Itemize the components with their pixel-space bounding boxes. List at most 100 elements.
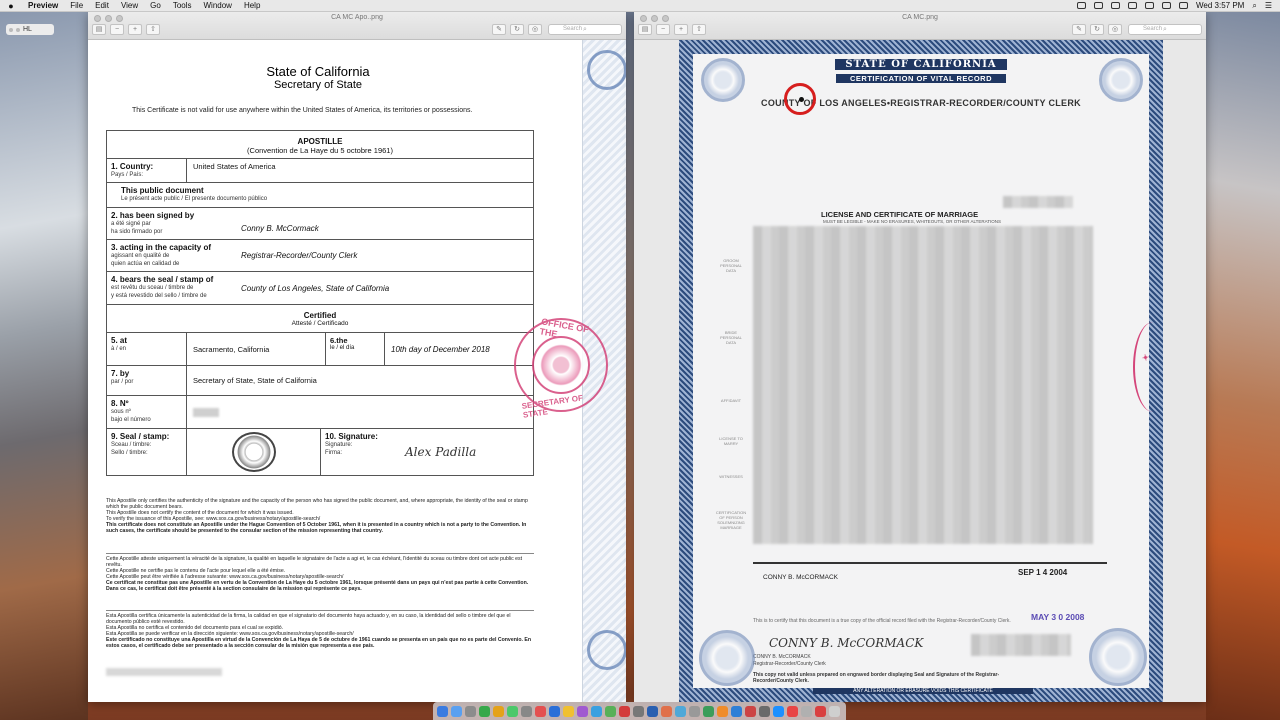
dock-app-icon[interactable] [633, 705, 644, 717]
doc-heading-state: State of California [266, 64, 370, 79]
status-icon[interactable] [1077, 2, 1087, 9]
dock-app-icon[interactable] [619, 705, 630, 717]
window-titlebar[interactable]: CA MC Apo..png ▤ − + ⇧ ✎ ↻ ◎ Search [88, 12, 626, 40]
dock-app-icon[interactable] [437, 705, 448, 717]
spotlight-icon[interactable]: ⌕ [1252, 1, 1256, 11]
window-title: CA MC.png [902, 14, 938, 21]
dock-app-icon[interactable] [829, 705, 840, 717]
certified-sublabel: Attesté / Certificado [291, 319, 349, 327]
label: 10. Signature: [325, 432, 378, 441]
by-value: Secretary of State, State of California [193, 376, 317, 385]
row-country: 1. Country: Pays / País: United States of… [107, 159, 533, 183]
sidebar-toggle-icon[interactable]: ▤ [638, 24, 652, 35]
notification-center-icon[interactable]: ☰ [1265, 1, 1272, 10]
toolbar-left: ▤ − + ⇧ [638, 24, 706, 35]
apostille-header: APOSTILLE (Convention de La Haye du 5 oc… [107, 131, 533, 159]
label: 2. has been signed by [111, 211, 195, 220]
dock-app-icon[interactable] [801, 705, 812, 717]
dock-app-icon[interactable] [549, 705, 560, 717]
at-value: Sacramento, California [193, 344, 270, 354]
dock-app-icon[interactable] [703, 705, 714, 717]
dock-app-icon[interactable] [731, 705, 742, 717]
toolbar-right: ✎ ↻ ◎ [492, 24, 542, 35]
menu-help[interactable]: Help [238, 1, 266, 10]
dock-app-icon[interactable] [605, 705, 616, 717]
dock-app-icon[interactable] [689, 705, 700, 717]
redacted-registration-number [1003, 196, 1073, 208]
dock-app-icon[interactable] [521, 705, 532, 717]
dock-app-icon[interactable] [773, 705, 784, 717]
annotate-icon[interactable]: ◎ [528, 24, 542, 35]
menubar-clock[interactable]: Wed 3:57 PM [1196, 1, 1244, 10]
menu-tools[interactable]: Tools [167, 1, 198, 10]
signature-image: Alex Padilla [405, 445, 477, 459]
date-value: 10th day of December 2018 [391, 344, 490, 354]
apostille-title: APOSTILLE [297, 137, 343, 146]
wifi-icon[interactable] [1145, 2, 1155, 9]
desktop-window-chip[interactable]: HL [6, 24, 54, 35]
dock-app-icon[interactable] [591, 705, 602, 717]
certification-note: This is to certify that this document is… [753, 618, 1011, 624]
dock-app-icon[interactable] [647, 705, 658, 717]
section-label: GROOM PERSONAL DATA [720, 258, 742, 273]
share-icon[interactable]: ⇧ [692, 24, 706, 35]
certificate-viewer: STATE OF CALIFORNIA CERTIFICATION OF VIT… [634, 40, 1206, 702]
sublabel: ha sido firmado por [111, 229, 163, 235]
dock-app-icon[interactable] [717, 705, 728, 717]
vital-record-banner: CERTIFICATION OF VITAL RECORD [836, 74, 1006, 83]
seal-center-icon [532, 336, 590, 394]
markup-icon[interactable]: ✎ [492, 24, 506, 35]
menu-file[interactable]: File [64, 1, 89, 10]
label: 4. bears the seal / stamp of [111, 275, 214, 284]
rotate-icon[interactable]: ↻ [510, 24, 524, 35]
dock-app-icon[interactable] [815, 705, 826, 717]
row-seal-signature: 9. Seal / stamp: Sceau / timbre: Sello / t… [107, 429, 533, 475]
battery-icon[interactable] [1179, 2, 1189, 9]
dock-app-icon[interactable] [507, 705, 518, 717]
menu-app-preview[interactable]: Preview [22, 1, 64, 10]
menu-view[interactable]: View [115, 1, 144, 10]
rotate-icon[interactable]: ↻ [1090, 24, 1104, 35]
dock-app-icon[interactable] [661, 705, 672, 717]
zoom-in-icon[interactable]: + [128, 24, 142, 35]
markup-icon[interactable]: ✎ [1072, 24, 1086, 35]
zoom-out-icon[interactable]: − [110, 24, 124, 35]
state-banner: STATE OF CALIFORNIA [835, 59, 1007, 70]
window-titlebar[interactable]: CA MC.png ▤ − + ⇧ ✎ ↻ ◎ Search [634, 12, 1206, 40]
search-input[interactable]: Search [548, 24, 622, 35]
dock-app-icon[interactable] [479, 705, 490, 717]
preview-window-apostille: CA MC Apo..png ▤ − + ⇧ ✎ ↻ ◎ Search Stat… [88, 12, 626, 702]
menu-window[interactable]: Window [198, 1, 238, 10]
dock-app-icon[interactable] [577, 705, 588, 717]
dock-app-icon[interactable] [563, 705, 574, 717]
share-icon[interactable]: ⇧ [146, 24, 160, 35]
medallion-icon [587, 50, 626, 90]
apple-menu-icon[interactable]: ● [0, 1, 22, 11]
fine-print-line: Cette Apostille atteste uniquement la vé… [106, 556, 523, 569]
certificate-header: STATE OF CALIFORNIA CERTIFICATION OF VIT… [693, 54, 1149, 84]
section-label: AFFIDAVIT [720, 398, 742, 403]
dock-app-icon[interactable] [493, 705, 504, 717]
sidebar-toggle-icon[interactable]: ▤ [92, 24, 106, 35]
status-icon[interactable] [1094, 2, 1104, 9]
dock-app-icon[interactable] [745, 705, 756, 717]
menu-go[interactable]: Go [144, 1, 167, 10]
dock-app-icon[interactable] [759, 705, 770, 717]
dock-app-icon[interactable] [675, 705, 686, 717]
time-machine-icon[interactable] [1111, 2, 1121, 9]
zoom-out-icon[interactable]: − [656, 24, 670, 35]
search-input[interactable]: Search [1128, 24, 1202, 35]
menu-edit[interactable]: Edit [89, 1, 115, 10]
dock-app-icon[interactable] [451, 705, 462, 717]
volume-icon[interactable] [1162, 2, 1172, 9]
annotate-icon[interactable]: ◎ [1108, 24, 1122, 35]
section-label: CERTIFICATION OF PERSON SOLEMNIZING MARR… [715, 510, 747, 530]
label: 8. Nº [111, 399, 129, 408]
fine-print-bold: This certificate does not constitute an … [106, 522, 527, 535]
zoom-in-icon[interactable]: + [674, 24, 688, 35]
dock-app-icon[interactable] [465, 705, 476, 717]
dock-app-icon[interactable] [535, 705, 546, 717]
bluetooth-icon[interactable] [1128, 2, 1138, 9]
dock-app-icon[interactable] [787, 705, 798, 717]
row-certified: Certified Attesté / Certificado [107, 305, 533, 333]
